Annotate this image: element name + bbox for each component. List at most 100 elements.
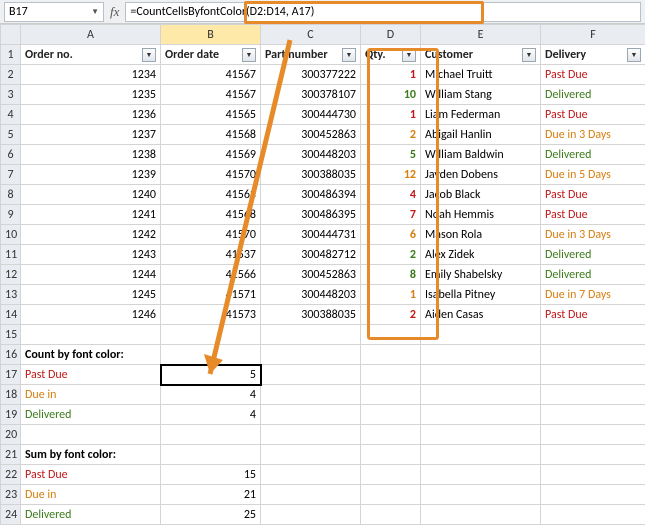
cell-order[interactable]: 1237: [21, 125, 161, 145]
cell-customer[interactable]: Alex Zidek: [421, 245, 541, 265]
row-header-18[interactable]: 18: [1, 385, 21, 405]
cell-date[interactable]: 41570: [161, 165, 261, 185]
row-header-24[interactable]: 24: [1, 505, 21, 525]
row-header-15[interactable]: 15: [1, 325, 21, 345]
row-header-20[interactable]: 20: [1, 425, 21, 445]
cell[interactable]: [421, 385, 541, 405]
cell-part[interactable]: 300444730: [261, 105, 361, 125]
cell[interactable]: [261, 325, 361, 345]
cell-date[interactable]: 41569: [161, 145, 261, 165]
cell[interactable]: [361, 465, 421, 485]
spreadsheet-grid[interactable]: A B C D E F 1 Order no.▼ Order date▼ Par…: [0, 24, 645, 525]
cell[interactable]: [161, 325, 261, 345]
cell-qty[interactable]: 10: [361, 85, 421, 105]
cell-date[interactable]: 41568: [161, 205, 261, 225]
col-header-E[interactable]: E: [421, 25, 541, 45]
cell[interactable]: [541, 365, 645, 385]
col-header-D[interactable]: D: [361, 25, 421, 45]
row-header-8[interactable]: 8: [1, 185, 21, 205]
cell[interactable]: [421, 445, 541, 465]
name-box-dropdown-icon[interactable]: ▼: [91, 7, 99, 17]
col-header-B[interactable]: B: [161, 25, 261, 45]
cell-date[interactable]: 41573: [161, 305, 261, 325]
cell[interactable]: [541, 405, 645, 425]
cell-order[interactable]: 1239: [21, 165, 161, 185]
cell[interactable]: [261, 465, 361, 485]
cell-part[interactable]: 300486394: [261, 185, 361, 205]
cell-part[interactable]: 300452863: [261, 125, 361, 145]
cell[interactable]: [421, 485, 541, 505]
cell[interactable]: [361, 425, 421, 445]
cell[interactable]: [361, 325, 421, 345]
cell[interactable]: [421, 325, 541, 345]
row-header-22[interactable]: 22: [1, 465, 21, 485]
cell-order[interactable]: 1246: [21, 305, 161, 325]
cell-order[interactable]: 1243: [21, 245, 161, 265]
cell-qty[interactable]: 2: [361, 125, 421, 145]
cell-qty[interactable]: 2: [361, 305, 421, 325]
cell[interactable]: [541, 385, 645, 405]
sum-past-due-label[interactable]: Past Due: [21, 465, 161, 485]
cell-qty[interactable]: 4: [361, 185, 421, 205]
row-header-19[interactable]: 19: [1, 405, 21, 425]
cell[interactable]: [21, 325, 161, 345]
cell-delivery[interactable]: Due in 5 Days: [541, 165, 645, 185]
cell-part[interactable]: 300452863: [261, 265, 361, 285]
header-order-date[interactable]: Order date▼: [161, 45, 261, 65]
count-past-due-label[interactable]: Past Due: [21, 365, 161, 385]
cell[interactable]: [161, 445, 261, 465]
cell-delivery[interactable]: Delivered: [541, 145, 645, 165]
cell-order[interactable]: 1235: [21, 85, 161, 105]
cell-qty[interactable]: 1: [361, 285, 421, 305]
cell-delivery[interactable]: Past Due: [541, 185, 645, 205]
select-all-corner[interactable]: [1, 25, 21, 45]
cell-order[interactable]: 1236: [21, 105, 161, 125]
row-header-3[interactable]: 3: [1, 85, 21, 105]
filter-icon[interactable]: ▼: [627, 48, 641, 62]
cell[interactable]: [361, 365, 421, 385]
cell-qty[interactable]: 8: [361, 265, 421, 285]
cell-part[interactable]: 300482712: [261, 245, 361, 265]
cell-order[interactable]: 1234: [21, 65, 161, 85]
cell-part[interactable]: 300388035: [261, 165, 361, 185]
sum-past-due-value[interactable]: 15: [161, 465, 261, 485]
cell[interactable]: [361, 485, 421, 505]
cell-order[interactable]: 1240: [21, 185, 161, 205]
row-header-10[interactable]: 10: [1, 225, 21, 245]
cell-date[interactable]: 41566: [161, 265, 261, 285]
cell[interactable]: [261, 425, 361, 445]
row-header-5[interactable]: 5: [1, 125, 21, 145]
col-header-C[interactable]: C: [261, 25, 361, 45]
cell-qty[interactable]: 7: [361, 205, 421, 225]
cell-part[interactable]: 300486395: [261, 205, 361, 225]
sum-due-in-value[interactable]: 21: [161, 485, 261, 505]
count-due-in-label[interactable]: Due in: [21, 385, 161, 405]
cell-customer[interactable]: William Baldwin: [421, 145, 541, 165]
cell-delivery[interactable]: Due in 3 Days: [541, 225, 645, 245]
count-due-in-value[interactable]: 4: [161, 385, 261, 405]
cell[interactable]: [541, 505, 645, 525]
selected-cell-B17[interactable]: 5: [161, 365, 261, 385]
filter-icon[interactable]: ▼: [142, 48, 156, 62]
cell[interactable]: [261, 505, 361, 525]
sum-delivered-label[interactable]: Delivered: [21, 505, 161, 525]
formula-bar[interactable]: =CountCellsByfontColor(D2:D14, A17): [125, 2, 641, 22]
col-header-F[interactable]: F: [541, 25, 645, 45]
cell-delivery[interactable]: Delivered: [541, 85, 645, 105]
cell-order[interactable]: 1245: [21, 285, 161, 305]
name-box[interactable]: B17 ▼: [4, 2, 104, 22]
cell[interactable]: [541, 465, 645, 485]
cell[interactable]: [421, 425, 541, 445]
count-by-color-label[interactable]: Count by font color:: [21, 345, 161, 365]
cell-customer[interactable]: William Stang: [421, 85, 541, 105]
cell[interactable]: [361, 505, 421, 525]
cell-date[interactable]: 41565: [161, 105, 261, 125]
cell-delivery[interactable]: Past Due: [541, 65, 645, 85]
cell-customer[interactable]: Abigail Hanlin: [421, 125, 541, 145]
cell[interactable]: [421, 505, 541, 525]
cell-order[interactable]: 1241: [21, 205, 161, 225]
cell-customer[interactable]: Jacob Black: [421, 185, 541, 205]
cell-part[interactable]: 300448203: [261, 145, 361, 165]
cell-date[interactable]: 41571: [161, 285, 261, 305]
row-header-2[interactable]: 2: [1, 65, 21, 85]
